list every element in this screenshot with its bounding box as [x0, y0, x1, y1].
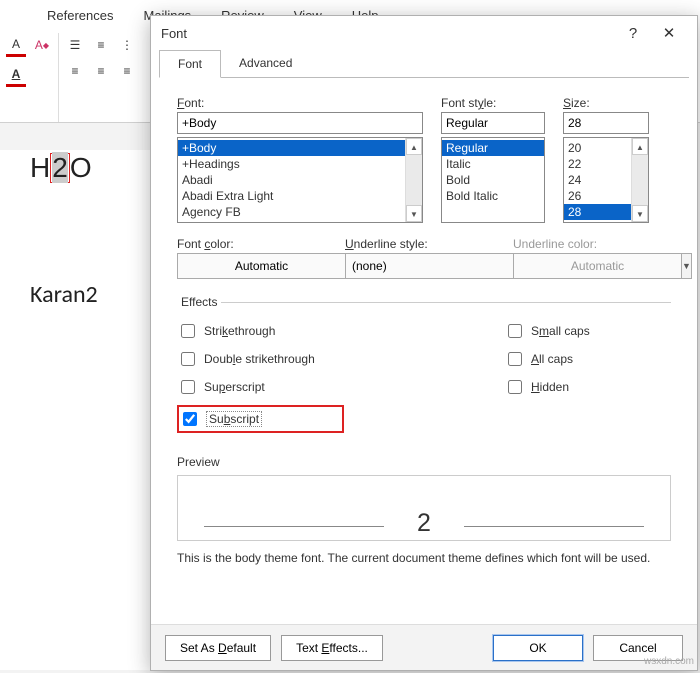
- ok-button[interactable]: OK: [493, 635, 583, 661]
- scroll-down-icon[interactable]: ▼: [632, 205, 648, 222]
- tab-advanced[interactable]: Advanced: [221, 50, 310, 77]
- close-button[interactable]: ✕: [651, 24, 687, 42]
- align-center-icon[interactable]: ≡: [89, 59, 113, 83]
- scroll-up-icon[interactable]: ▲: [406, 138, 422, 155]
- list-item[interactable]: 20: [564, 140, 631, 156]
- selection-marker: 2: [50, 153, 70, 183]
- chevron-down-icon: ▼: [682, 261, 691, 271]
- font-list[interactable]: +Body +Headings Abadi Abadi Extra Light …: [177, 137, 423, 223]
- tab-references[interactable]: References: [45, 4, 115, 27]
- label-size: Size:: [563, 96, 649, 110]
- size-list[interactable]: 20 22 24 26 28 ▲ ▼: [563, 137, 649, 223]
- underline-style-combo[interactable]: ▼: [345, 253, 495, 279]
- document-area: [0, 150, 160, 670]
- align-right-icon[interactable]: ≡: [115, 59, 139, 83]
- scrollbar[interactable]: ▲ ▼: [631, 138, 648, 222]
- align-left-icon[interactable]: ≡: [63, 59, 87, 83]
- list-item[interactable]: Regular: [442, 140, 544, 156]
- list-item[interactable]: Agency FB: [178, 204, 405, 220]
- list-item[interactable]: Abadi Extra Light: [178, 188, 405, 204]
- label-font: Font:: [177, 96, 423, 110]
- checkbox-all-caps[interactable]: All caps: [504, 349, 671, 369]
- multilevel-icon[interactable]: ⋮: [115, 33, 139, 57]
- list-item[interactable]: Abadi: [178, 172, 405, 188]
- checkbox-hidden[interactable]: Hidden: [504, 377, 671, 397]
- effects-group: Effects Strikethrough Double strikethrou…: [177, 295, 671, 441]
- preview-sample: 2: [417, 476, 431, 540]
- label-underline-style: Underline style:: [345, 237, 495, 251]
- list-item[interactable]: 24: [564, 172, 631, 188]
- scroll-up-icon[interactable]: ▲: [632, 138, 648, 155]
- font-dialog: Font ? ✕ Font Advanced Font: +Body +Head…: [150, 15, 698, 671]
- font-input[interactable]: [177, 112, 423, 134]
- preview-note: This is the body theme font. The current…: [177, 551, 671, 565]
- dialog-buttons: Set As Default Text Effects... OK Cancel: [151, 624, 697, 670]
- font-style-list[interactable]: Regular Italic Bold Bold Italic: [441, 137, 545, 223]
- list-item[interactable]: 26: [564, 188, 631, 204]
- preview-box: 2: [177, 475, 671, 541]
- tab-font[interactable]: Font: [159, 50, 221, 78]
- list-item[interactable]: Bold: [442, 172, 544, 188]
- list-item[interactable]: +Headings: [178, 156, 405, 172]
- size-input[interactable]: [563, 112, 649, 134]
- dialog-tabs: Font Advanced: [159, 50, 689, 78]
- label-font-style: Font style:: [441, 96, 545, 110]
- help-button[interactable]: ?: [615, 25, 651, 42]
- checkbox-small-caps[interactable]: Small caps: [504, 321, 671, 341]
- dialog-titlebar: Font ? ✕: [151, 16, 697, 50]
- font-style-input[interactable]: [441, 112, 545, 134]
- font-color-split[interactable]: A: [6, 33, 26, 57]
- label-underline-color: Underline color:: [513, 237, 663, 251]
- numbering-icon[interactable]: ≡: [89, 33, 113, 57]
- label-effects: Effects: [177, 295, 221, 309]
- checkbox-subscript[interactable]: Subscript: [179, 409, 262, 429]
- checkbox-double-strikethrough[interactable]: Double strikethrough: [177, 349, 344, 369]
- watermark: wsxdn.com: [644, 656, 694, 667]
- scroll-down-icon[interactable]: ▼: [406, 205, 422, 222]
- font-color-combo[interactable]: ▼: [177, 253, 327, 279]
- doc-sample-karan: Karan2: [30, 280, 98, 309]
- underline-color-combo: ▼: [513, 253, 663, 279]
- list-item[interactable]: 28: [564, 204, 631, 220]
- list-item[interactable]: Italic: [442, 156, 544, 172]
- list-item[interactable]: 22: [564, 156, 631, 172]
- label-font-color: Font color:: [177, 237, 327, 251]
- list-item[interactable]: Bold Italic: [442, 188, 544, 204]
- clear-format-icon[interactable]: A◆: [30, 33, 54, 57]
- checkbox-superscript[interactable]: Superscript: [177, 377, 344, 397]
- dialog-title: Font: [161, 26, 615, 41]
- text-effects-button[interactable]: Text Effects...: [281, 635, 383, 661]
- highlight-marker: Subscript: [177, 405, 344, 433]
- scrollbar[interactable]: ▲ ▼: [405, 138, 422, 222]
- doc-sample-h2o: H2O: [30, 150, 92, 185]
- list-item[interactable]: +Body: [178, 140, 405, 156]
- set-default-button[interactable]: Set As Default: [165, 635, 271, 661]
- checkbox-strikethrough[interactable]: Strikethrough: [177, 321, 344, 341]
- label-preview: Preview: [177, 455, 671, 469]
- font-color-icon[interactable]: A: [6, 63, 26, 87]
- bullets-icon[interactable]: ☰: [63, 33, 87, 57]
